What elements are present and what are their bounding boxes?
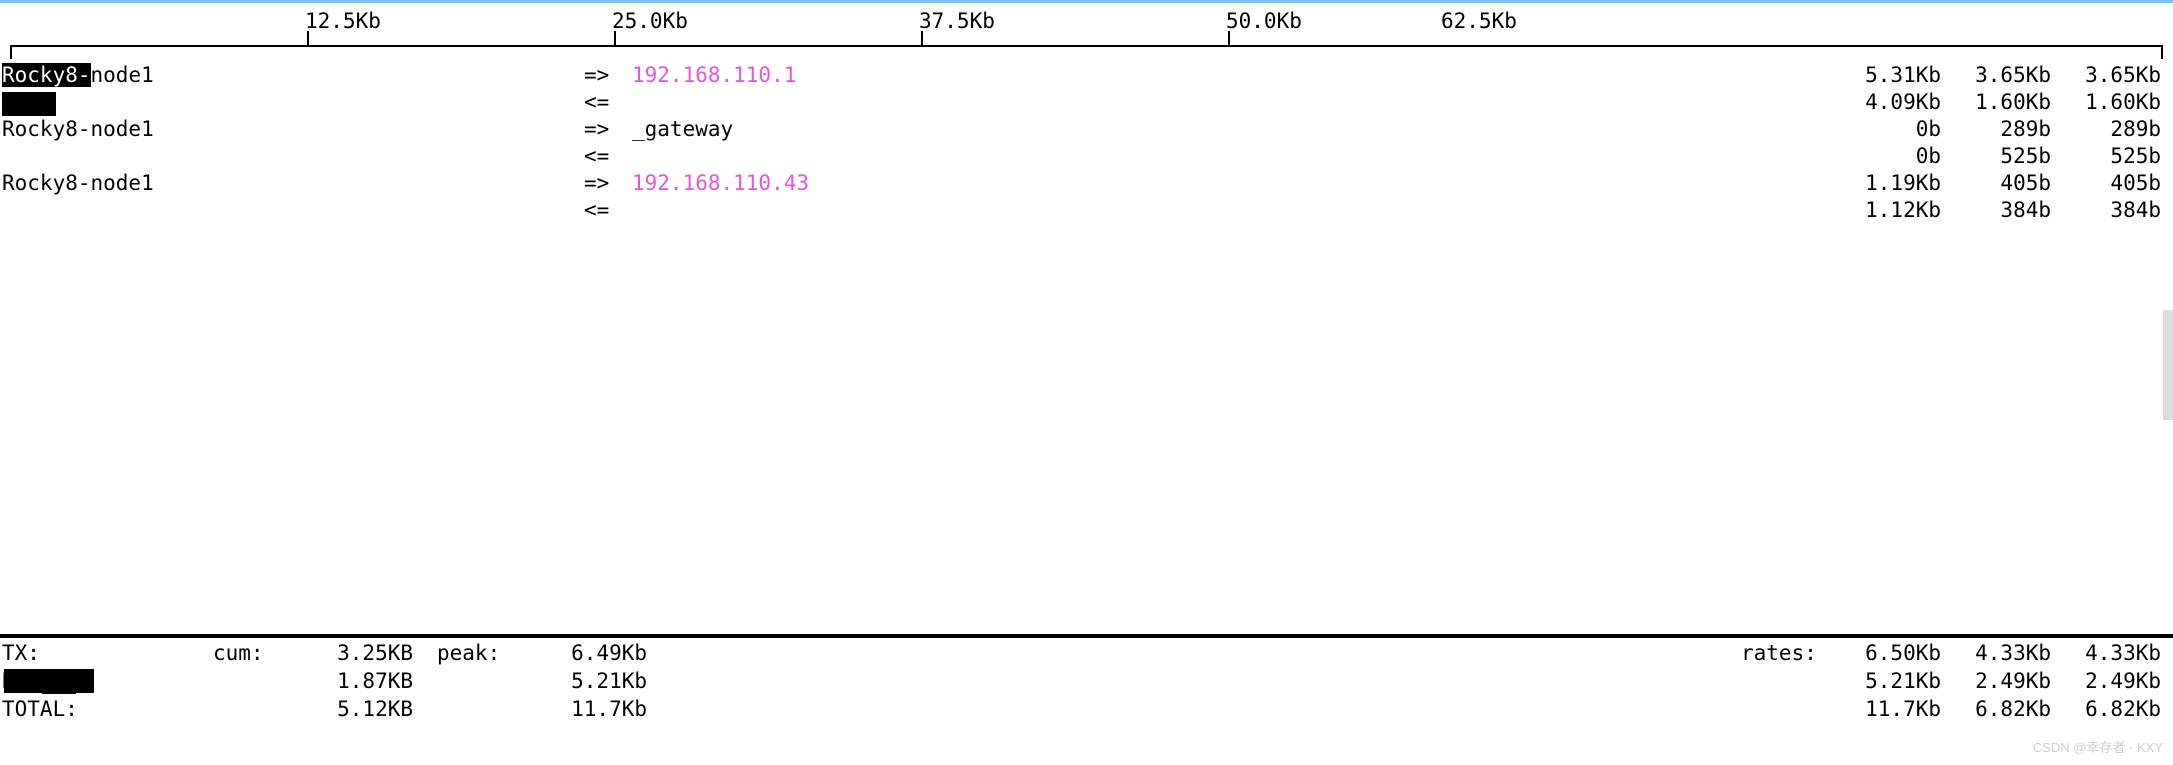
total-label: TOTAL: [0,696,97,723]
tx-rate-40s: 3.65Kb [2051,62,2173,89]
source-host: Rocky8-node1 [0,62,584,89]
rx-rate-10s: 384b [1941,197,2051,224]
rx-label: RX: [0,668,97,695]
vertical-scrollbar[interactable] [2163,310,2173,420]
tx-rate-10s: 405b [1941,170,2051,197]
rx-rate-10s: 1.60Kb [1941,89,2051,116]
stats-row-rx: RX: 1.87KB 5.21Kb 5.21Kb 2.49Kb 2.49Kb [0,668,2173,696]
connection-list: Rocky8-node1 => 192.168.110.1 5.31Kb 3.6… [0,62,2173,224]
scale-tick-2: 25.0Kb [612,8,688,35]
tx-rate-2s: 1.19Kb [1831,170,1941,197]
rx-arrow-icon: <= [584,197,632,224]
destination-host: _gateway [632,116,1831,143]
rx-rate-10s: 525b [1941,143,2051,170]
totals-panel: TX: cum: 3.25KB peak: 6.49Kb rates: 6.50… [0,640,2173,724]
rx-bar [0,89,584,116]
rates-heading: rates: [1741,640,1831,667]
scale-tick-5: 62.5Kb [1441,8,1517,35]
destination-host: 192.168.110.43 [632,170,1831,197]
total-rate-10s: 6.82Kb [1941,696,2051,723]
tx-total-rate-2s: 6.50Kb [1831,640,1941,667]
rx-rate-2s: 0b [1831,143,1941,170]
tx-rate-10s: 289b [1941,116,2051,143]
total-rate-40s: 6.82Kb [2051,696,2173,723]
scale-tick-3: 37.5Kb [919,8,995,35]
connection-row-rx: <= 1.12Kb 384b 384b [0,197,2173,224]
total-rate-2s: 11.7Kb [1831,696,1941,723]
tx-peak-value: 6.49Kb [537,640,647,667]
rx-rate-40s: 1.60Kb [2051,89,2173,116]
watermark-text: CSDN @幸存者 · KXY [2033,734,2163,761]
rx-peak-value: 5.21Kb [537,668,647,695]
tx-rate-2s: 5.31Kb [1831,62,1941,89]
tx-rate-10s: 3.65Kb [1941,62,2051,89]
tx-cum-value: 3.25KB [303,640,413,667]
rx-rate-40s: 525b [2051,143,2173,170]
stats-row-total: TOTAL: 5.12KB 11.7Kb 11.7Kb 6.82Kb 6.82K… [0,696,2173,724]
cum-heading: cum: [213,640,303,667]
tx-rate-40s: 405b [2051,170,2173,197]
tx-total-rate-10s: 4.33Kb [1941,640,2051,667]
tx-total-rate-40s: 4.33Kb [2051,640,2173,667]
scale-ruler [0,45,2173,61]
separator-line [0,634,2173,638]
scale-tick-1: 12.5Kb [305,8,381,35]
tx-arrow-icon: => [584,116,632,143]
rx-arrow-icon: <= [584,89,632,116]
tx-arrow-icon: => [584,170,632,197]
connection-row: Rocky8-node1 => 192.168.110.43 1.19Kb 40… [0,170,2173,197]
rx-arrow-icon: <= [584,143,632,170]
connection-row: Rocky8-node1 => 192.168.110.1 5.31Kb 3.6… [0,62,2173,89]
rx-rate-2s: 4.09Kb [1831,89,1941,116]
tx-rate-2s: 0b [1831,116,1941,143]
rx-cum-value: 1.87KB [303,668,413,695]
rx-total-rate-2s: 5.21Kb [1831,668,1941,695]
connection-row-rx: <= 4.09Kb 1.60Kb 1.60Kb [0,89,2173,116]
tx-rate-40s: 289b [2051,116,2173,143]
rx-rate-40s: 384b [2051,197,2173,224]
connection-row-rx: <= 0b 525b 525b [0,143,2173,170]
connection-row: Rocky8-node1 => _gateway 0b 289b 289b [0,116,2173,143]
stats-row-tx: TX: cum: 3.25KB peak: 6.49Kb rates: 6.50… [0,640,2173,668]
rx-total-rate-10s: 2.49Kb [1941,668,2051,695]
rx-rate-2s: 1.12Kb [1831,197,1941,224]
source-host: Rocky8-node1 [0,170,584,197]
destination-host: 192.168.110.1 [632,62,1831,89]
rx-total-rate-40s: 2.49Kb [2051,668,2173,695]
total-peak-value: 11.7Kb [537,696,647,723]
peak-heading: peak: [437,640,537,667]
bandwidth-scale: 12.5Kb 25.0Kb 37.5Kb 50.0Kb 62.5Kb [0,3,2173,58]
source-host: Rocky8-node1 [0,116,584,143]
scale-tick-4: 50.0Kb [1226,8,1302,35]
tx-arrow-icon: => [584,62,632,89]
total-cum-value: 5.12KB [303,696,413,723]
